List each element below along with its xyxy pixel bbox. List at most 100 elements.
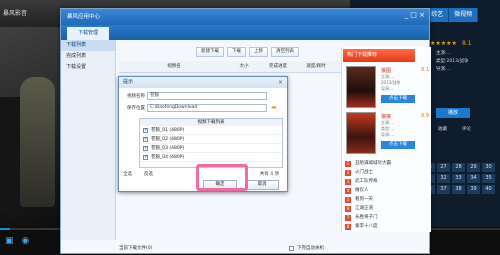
- right-info-3: 导演:...: [436, 67, 451, 72]
- item-checkbox[interactable]: [143, 136, 148, 142]
- right-info-1: 主演:...: [436, 51, 451, 56]
- eye-icon[interactable]: ◉: [22, 236, 30, 246]
- episode-grid: 262728293031323334353637383940: [422, 163, 495, 194]
- column-header-cell[interactable]: 大小: [229, 61, 259, 72]
- episode-cell[interactable]: 38: [452, 185, 465, 194]
- promo-score-2: 8.9: [421, 113, 429, 119]
- top-nav-item[interactable]: 微视频: [449, 8, 479, 22]
- path-field[interactable]: C:\BaofengDownload: [147, 104, 267, 112]
- player-logo: 暴风影音: [3, 10, 28, 17]
- video-list-item[interactable]: 苍狼_03 (480P): [140, 144, 282, 153]
- auto-shutdown-option[interactable]: 下完自动关机: [289, 245, 324, 251]
- folder-icon[interactable]: ▬: [271, 104, 277, 111]
- promo-poster-1[interactable]: [346, 66, 376, 108]
- rank-item[interactable]: 7 长胜将子门: [345, 213, 429, 222]
- rank-number: 4: [345, 187, 351, 194]
- rank-item[interactable]: 3 武工队传奇: [345, 177, 429, 186]
- right-info-2: 类型:2013/战争: [436, 59, 469, 64]
- progress-fill: [0, 228, 10, 230]
- episode-cell[interactable]: 32: [437, 174, 450, 183]
- player-controls: ▣ ◉: [5, 236, 29, 246]
- rank-item[interactable]: 2 火门战士: [345, 168, 429, 177]
- app-root: 暴风影音 ★★★★★ 8.1 主演:... 类型:2013/战争 导演:... …: [0, 0, 500, 255]
- tab-download-manager[interactable]: 下载管理: [67, 27, 109, 40]
- name-field[interactable]: 苍狼: [147, 92, 267, 100]
- item-checkbox[interactable]: [143, 127, 148, 133]
- toolbar-button[interactable]: 清空列表: [271, 47, 299, 57]
- rank-number: 5: [345, 196, 351, 203]
- window-controls[interactable]: _ □ ×: [405, 11, 425, 19]
- column-header-cell[interactable]: 视频名: [119, 61, 229, 72]
- column-header-cell[interactable]: 速度/耗时: [297, 61, 335, 72]
- rank-number: 2: [345, 169, 351, 176]
- toolbox-icon[interactable]: ▣: [5, 236, 14, 246]
- window-tab-bar: [61, 25, 429, 40]
- item-total: 共有 4 项: [259, 172, 279, 177]
- rating-stars: ★★★★★: [430, 40, 457, 47]
- rank-item[interactable]: 8 秦李十八度: [345, 222, 429, 231]
- rank-title: 武工队传奇: [355, 179, 378, 184]
- item-label: 苍狼_04 (480P): [151, 155, 185, 160]
- window-title: 暴风应用中心: [61, 9, 429, 25]
- rank-number: 6: [345, 205, 351, 212]
- promo-meta-1c: 导演:...: [381, 86, 395, 91]
- episode-cell[interactable]: 33: [452, 174, 465, 183]
- video-figure-left: [0, 97, 22, 207]
- dialog-close-icon[interactable]: ×: [278, 77, 283, 88]
- rank-item[interactable]: 6 江湖正道: [345, 204, 429, 213]
- episode-cell[interactable]: 35: [482, 174, 495, 183]
- rank-number: 8: [345, 223, 351, 230]
- sidebar-item[interactable]: 完成列表: [61, 51, 115, 62]
- toolbar-button[interactable]: 上移: [249, 47, 268, 57]
- rank-title: 秦李十八度: [355, 224, 378, 229]
- ok-button-highlight: [196, 164, 248, 191]
- play-button[interactable]: 播放: [436, 108, 470, 118]
- cancel-button[interactable]: 取消: [245, 180, 279, 190]
- video-list-item[interactable]: 苍狼_02 (480P): [140, 135, 282, 144]
- invert-selection-link[interactable]: 反选: [144, 171, 153, 177]
- column-header-cell[interactable]: 完成进度: [259, 61, 297, 72]
- rank-number: 7: [345, 214, 351, 221]
- select-all-link[interactable]: 全选: [123, 171, 132, 177]
- video-list-item[interactable]: 苍狼_01 (480P): [140, 126, 282, 135]
- rank-title: 火门战士: [355, 170, 373, 175]
- episode-cell[interactable]: 39: [467, 185, 480, 194]
- episode-cell[interactable]: 30: [482, 163, 495, 172]
- episode-cell[interactable]: 40: [482, 185, 495, 194]
- download-count-status: 当前下载文件(0): [119, 246, 153, 251]
- rank-title: 长胜将子门: [355, 215, 378, 220]
- rank-title: 江湖正道: [355, 206, 373, 211]
- video-figure: [20, 77, 55, 207]
- episode-cell[interactable]: 37: [437, 185, 450, 194]
- auto-shutdown-checkbox[interactable]: [289, 245, 294, 251]
- rank-title: 看到一天: [355, 197, 373, 202]
- video-list: 苍狼_01 (480P) 苍狼_02 (480P) 苍狼_03 (480P) 苍狼_0…: [139, 126, 283, 168]
- promo-poster-2[interactable]: [346, 112, 376, 154]
- name-label: 视频名称: [127, 94, 145, 99]
- rank-item[interactable]: 5 看到一天: [345, 195, 429, 204]
- episode-cell[interactable]: 28: [452, 163, 465, 172]
- item-checkbox[interactable]: [143, 145, 148, 151]
- episode-cell[interactable]: 29: [467, 163, 480, 172]
- rank-item[interactable]: 1 丑陋满城城尽大霸: [345, 159, 429, 168]
- item-label: 苍狼_01 (480P): [151, 128, 185, 133]
- comment-link[interactable]: 评论: [462, 126, 471, 132]
- rank-item[interactable]: 4 做仅人: [345, 186, 429, 195]
- toolbar-button[interactable]: 下载: [227, 47, 246, 57]
- episode-cell[interactable]: 27: [437, 163, 450, 172]
- video-list-item[interactable]: 苍狼_04 (480P): [140, 153, 282, 162]
- toolbar: 新建下载 下载 上移 清空列表: [196, 47, 299, 57]
- rank-title: 丑陋满城城尽大霸: [355, 161, 391, 166]
- promo-item-1: 狼图 8.1 主演:... 2013/战争 导演:... 点击下载: [381, 67, 429, 103]
- toolbar-button[interactable]: 新建下载: [196, 47, 224, 57]
- sidebar-item[interactable]: 下载列表: [61, 40, 115, 51]
- item-checkbox[interactable]: [143, 154, 148, 160]
- promo-item-2: 狼狼 8.9 主演:... 类型:... 导演:... 点击下载: [381, 113, 429, 149]
- sidebar-item[interactable]: 下载设置: [61, 62, 115, 73]
- episode-cell[interactable]: 34: [467, 174, 480, 183]
- sidebar: 下载列表 完成列表 下载设置: [61, 40, 116, 240]
- promo-download-button-2[interactable]: 点击下载: [381, 141, 415, 149]
- promo-download-button-1[interactable]: 点击下载: [381, 95, 415, 103]
- share-link[interactable]: 收藏: [438, 126, 447, 132]
- auto-shutdown-label: 下完自动关机: [297, 246, 324, 251]
